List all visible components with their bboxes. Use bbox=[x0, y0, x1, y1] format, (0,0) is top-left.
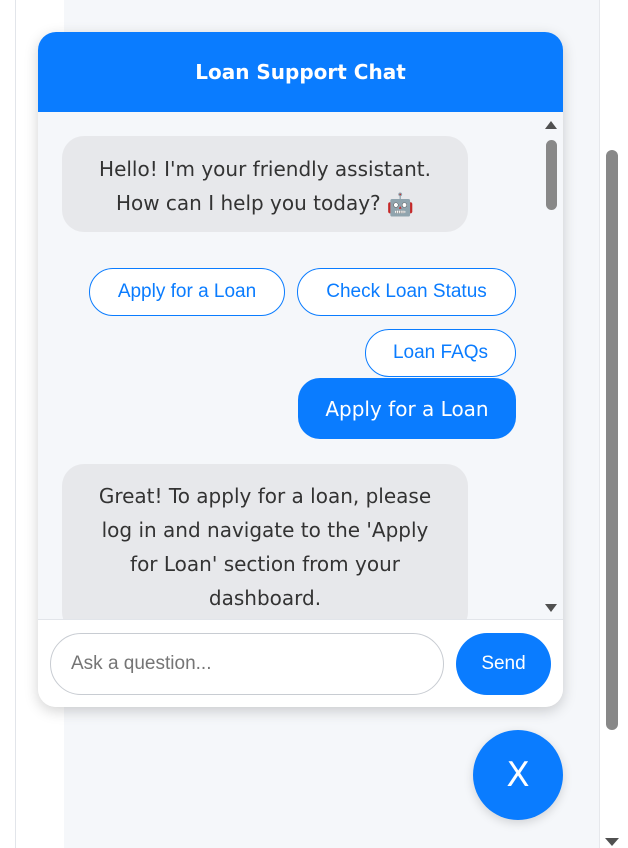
robot-icon: 🤖 bbox=[386, 193, 415, 218]
bot-message-line: How can I help you today? 🤖 bbox=[84, 186, 446, 223]
quick-reply-check-loan-status[interactable]: Check Loan Status bbox=[297, 268, 516, 316]
bot-message-line: for Loan' section from your bbox=[130, 552, 400, 576]
chevron-up-icon[interactable] bbox=[545, 121, 557, 129]
bot-message-line: dashboard. bbox=[208, 586, 322, 610]
chat-title: Loan Support Chat bbox=[195, 60, 406, 84]
chevron-down-icon[interactable] bbox=[545, 604, 557, 612]
quick-reply-apply-for-loan[interactable]: Apply for a Loan bbox=[89, 268, 285, 316]
page-scrollbar-thumb[interactable] bbox=[606, 150, 618, 730]
bot-message: Great! To apply for a loan, please log i… bbox=[62, 464, 468, 619]
quick-reply-loan-faqs[interactable]: Loan FAQs bbox=[365, 329, 516, 377]
message-list[interactable]: Hello! I'm your friendly assistant. How … bbox=[38, 112, 538, 619]
page: Loan Support Chat Hello! I'm your friend… bbox=[0, 0, 628, 848]
chat-header: Loan Support Chat bbox=[38, 32, 563, 112]
page-scroll-down-icon[interactable] bbox=[605, 838, 619, 846]
bot-message-line: Great! To apply for a loan, please bbox=[98, 484, 432, 508]
question-input[interactable] bbox=[50, 633, 444, 695]
input-bar: Send bbox=[38, 619, 563, 707]
send-button[interactable]: Send bbox=[456, 633, 551, 695]
right-divider bbox=[599, 0, 600, 848]
bot-message-text: How can I help you today? bbox=[115, 191, 381, 215]
close-chat-button[interactable]: X bbox=[473, 730, 563, 820]
user-message: Apply for a Loan bbox=[298, 378, 516, 439]
bot-message: Hello! I'm your friendly assistant. How … bbox=[62, 136, 468, 232]
left-divider bbox=[15, 0, 16, 848]
bot-message-line: log in and navigate to the 'Apply bbox=[101, 518, 429, 542]
bot-message-line: Hello! I'm your friendly assistant. bbox=[99, 157, 431, 181]
message-scrollbar-thumb[interactable] bbox=[546, 140, 557, 210]
chat-widget: Loan Support Chat Hello! I'm your friend… bbox=[38, 32, 563, 707]
